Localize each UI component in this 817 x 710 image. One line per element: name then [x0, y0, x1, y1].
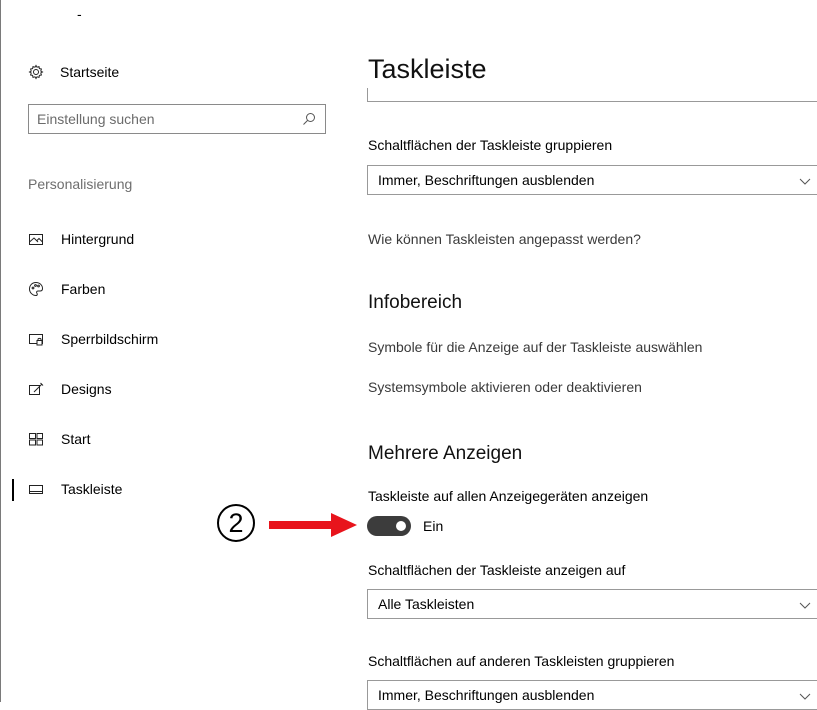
page-title: Taskleiste: [368, 54, 487, 84]
sidebar-item-label: Sperrbildschirm: [61, 331, 159, 347]
lock-screen-icon: [28, 331, 44, 347]
sidebar-item-label: Designs: [61, 381, 112, 397]
start-icon: [28, 431, 44, 447]
sidebar-item-label: Start: [61, 431, 91, 447]
sidebar-item-designs[interactable]: Designs: [0, 364, 340, 414]
section-label-personalisierung: Personalisierung: [28, 176, 133, 192]
sidebar-nav: Hintergrund Farben Sperrbildschirm Desig…: [0, 214, 340, 514]
gear-icon: [28, 64, 44, 80]
system-icons-link[interactable]: Systemsymbole aktivieren oder deaktivier…: [368, 379, 642, 395]
red-arrow-icon: [269, 513, 357, 537]
sidebar-item-sperrbildschirm[interactable]: Sperrbildschirm: [0, 314, 340, 364]
search-input[interactable]: [29, 106, 302, 132]
show-all-displays-toggle[interactable]: [367, 516, 411, 536]
sidebar-item-label: Hintergrund: [61, 231, 135, 247]
dropdown-value: Immer, Beschriftungen ausblenden: [378, 172, 595, 188]
show-buttons-on-dropdown[interactable]: Alle Taskleisten: [367, 589, 817, 619]
customize-taskbar-link[interactable]: Wie können Taskleisten angepasst werden?: [368, 231, 641, 247]
sidebar-item-taskleiste[interactable]: Taskleiste: [0, 464, 340, 514]
search-icon[interactable]: [302, 112, 316, 126]
sidebar-item-farben[interactable]: Farben: [0, 264, 340, 314]
sidebar-item-label: Farben: [61, 281, 106, 297]
other-taskbars-group-dropdown[interactable]: Immer, Beschriftungen ausblenden: [367, 680, 817, 710]
sidebar-item-start[interactable]: Start: [0, 414, 340, 464]
show-all-displays-toggle-row: Ein: [367, 515, 443, 537]
group-buttons-label: Schaltflächen der Taskleiste gruppieren: [368, 137, 613, 153]
taskbar-icon: [28, 481, 44, 497]
palette-icon: [28, 281, 44, 297]
toggle-knob: [396, 521, 406, 531]
search-box[interactable]: [28, 104, 326, 134]
show-buttons-on-label: Schaltflächen der Taskleiste anzeigen au…: [368, 562, 626, 578]
select-icons-link[interactable]: Symbole für die Anzeige auf der Taskleis…: [368, 339, 702, 355]
home-link[interactable]: Startseite: [28, 60, 119, 84]
other-taskbars-group-label: Schaltflächen auf anderen Taskleisten gr…: [368, 653, 675, 669]
show-all-displays-label: Taskleiste auf allen Anzeigegeräten anze…: [368, 488, 649, 504]
chevron-down-icon: [799, 174, 811, 186]
brush-icon: [28, 381, 44, 397]
toggle-state-label: Ein: [423, 518, 444, 534]
sidebar-item-label: Taskleiste: [61, 481, 123, 497]
dropdown-value: Immer, Beschriftungen ausblenden: [378, 687, 595, 703]
previous-dropdown-edge: [367, 88, 817, 102]
chevron-down-icon: [799, 689, 811, 701]
window-title-fragment: -: [77, 6, 82, 22]
home-label: Startseite: [60, 64, 120, 80]
step-number-badge: 2: [217, 504, 255, 542]
dropdown-value: Alle Taskleisten: [378, 596, 475, 612]
sidebar-item-hintergrund[interactable]: Hintergrund: [0, 214, 340, 264]
infobereich-heading: Infobereich: [368, 292, 463, 313]
multi-display-heading: Mehrere Anzeigen: [368, 443, 523, 464]
group-buttons-dropdown[interactable]: Immer, Beschriftungen ausblenden: [367, 165, 817, 195]
chevron-down-icon: [799, 598, 811, 610]
picture-icon: [28, 231, 44, 247]
